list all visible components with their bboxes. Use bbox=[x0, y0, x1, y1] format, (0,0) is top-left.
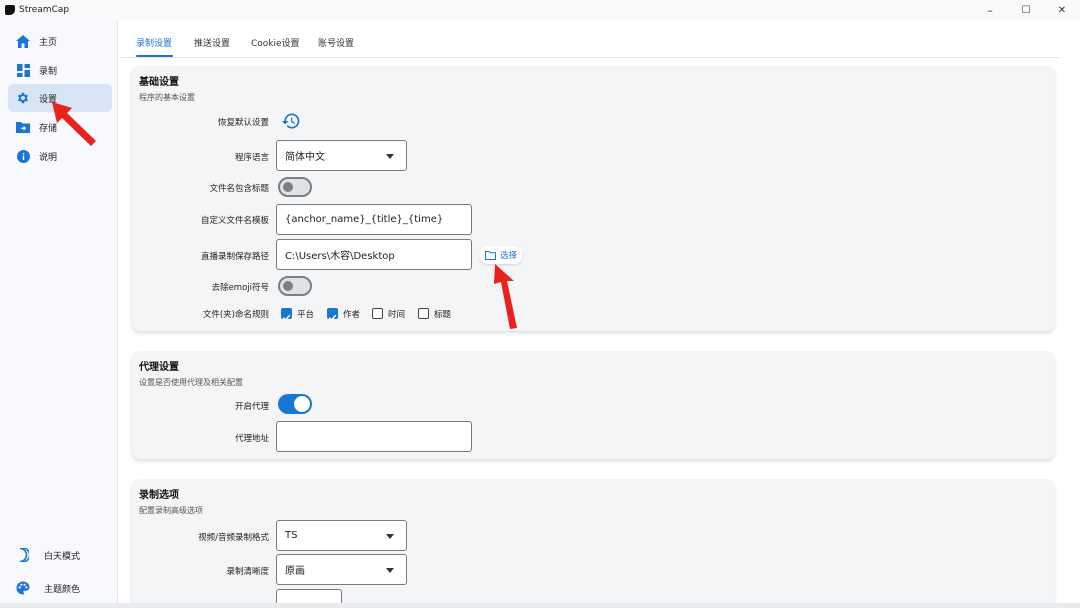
record-format-value: TS bbox=[285, 530, 298, 541]
naming-time-checkbox[interactable] bbox=[372, 308, 383, 319]
title-bar: StreamCap – ☐ ✕ bbox=[0, 0, 1080, 20]
record-quality-label: 录制清晰度 bbox=[226, 567, 269, 577]
gear-icon bbox=[10, 91, 36, 105]
sidebar-item-label: 说明 bbox=[39, 152, 58, 163]
naming-author-label: 作者 bbox=[343, 310, 361, 320]
recording-options-card: 录制选项 配置录制高级选项 视频/音频录制格式 TS 录制清晰度 原画 bbox=[132, 479, 1054, 608]
card-subtitle: 配置录制高级选项 bbox=[139, 506, 203, 515]
remove-emoji-label: 去除emoji符号 bbox=[211, 283, 269, 293]
record-quality-value: 原画 bbox=[285, 566, 305, 577]
proxy-address-label: 代理地址 bbox=[234, 434, 269, 444]
save-path-label: 直播录制保存路径 bbox=[200, 252, 269, 262]
save-path-input[interactable]: C:\Users\木容\Desktop bbox=[276, 239, 472, 270]
maximize-button[interactable]: ☐ bbox=[1008, 0, 1044, 20]
sidebar-item-label: 主页 bbox=[39, 37, 58, 48]
enable-proxy-toggle[interactable] bbox=[278, 394, 312, 414]
sidebar-item-label: 主题颜色 bbox=[44, 584, 81, 595]
proxy-address-input[interactable] bbox=[276, 421, 472, 452]
record-format-dropdown[interactable]: TS bbox=[276, 520, 407, 551]
sidebar-item-home[interactable]: 主页 bbox=[8, 27, 112, 55]
enable-proxy-label: 开启代理 bbox=[234, 402, 269, 412]
bottom-edge bbox=[0, 603, 1080, 608]
tab-bar: 录制设置 推送设置 Cookie设置 账号设置 bbox=[119, 20, 1060, 58]
remove-emoji-toggle[interactable] bbox=[278, 276, 312, 296]
naming-title-checkbox[interactable] bbox=[418, 308, 429, 319]
app-logo-icon bbox=[5, 5, 15, 15]
close-button[interactable]: ✕ bbox=[1044, 0, 1080, 20]
annotation-arrow-select bbox=[494, 264, 517, 329]
save-path-value: C:\Users\木容\Desktop bbox=[285, 251, 395, 262]
chevron-down-icon bbox=[386, 567, 394, 573]
app-title: StreamCap bbox=[19, 5, 70, 15]
chevron-down-icon bbox=[386, 153, 394, 159]
folder-icon bbox=[485, 250, 496, 260]
sidebar-item-label: 录制 bbox=[39, 66, 58, 77]
language-value: 简体中文 bbox=[285, 152, 325, 163]
language-dropdown[interactable]: 简体中文 bbox=[276, 140, 407, 171]
home-icon bbox=[10, 34, 36, 48]
restore-history-icon[interactable] bbox=[281, 111, 301, 135]
filename-title-toggle[interactable] bbox=[278, 177, 312, 197]
tab-account-settings[interactable]: 账号设置 bbox=[318, 36, 354, 49]
basic-settings-card: 基础设置 程序的基本设置 恢复默认设置 程序语言 简体中文 文件名包含标题 自定… bbox=[132, 66, 1054, 331]
naming-author-checkbox[interactable] bbox=[327, 308, 338, 321]
reset-defaults-label: 恢复默认设置 bbox=[217, 118, 269, 128]
main-content: 录制设置 推送设置 Cookie设置 账号设置 基础设置 程序的基本设置 恢复默… bbox=[119, 20, 1080, 608]
tab-record-settings[interactable]: 录制设置 bbox=[136, 36, 172, 49]
info-icon bbox=[10, 149, 36, 163]
select-folder-label: 选择 bbox=[500, 251, 518, 261]
naming-time-label: 时间 bbox=[388, 310, 406, 320]
naming-platform-checkbox[interactable] bbox=[281, 308, 292, 321]
proxy-settings-card: 代理设置 设置是否使用代理及相关配置 开启代理 代理地址 bbox=[132, 351, 1054, 459]
annotation-arrow-settings bbox=[52, 102, 96, 146]
filename-template-value: {anchor_name}_{title}_{time} bbox=[285, 214, 444, 225]
naming-title-label: 标题 bbox=[434, 310, 452, 320]
card-subtitle: 程序的基本设置 bbox=[139, 93, 195, 102]
language-label: 程序语言 bbox=[234, 153, 269, 163]
dashboard-icon bbox=[10, 63, 36, 77]
record-quality-dropdown[interactable]: 原画 bbox=[276, 554, 407, 585]
sidebar-item-record[interactable]: 录制 bbox=[8, 56, 112, 84]
active-tab-indicator bbox=[136, 55, 173, 57]
filename-title-label: 文件名包含标题 bbox=[209, 184, 269, 194]
card-title: 基础设置 bbox=[139, 77, 179, 88]
tab-push-settings[interactable]: 推送设置 bbox=[194, 36, 230, 49]
minimize-button[interactable]: – bbox=[972, 0, 1008, 20]
chevron-down-icon bbox=[386, 533, 394, 539]
sidebar-item-day-mode[interactable]: 白天模式 bbox=[8, 541, 112, 569]
sidebar-item-label: 白天模式 bbox=[44, 551, 81, 562]
record-format-label: 视频/音频录制格式 bbox=[198, 533, 269, 543]
filename-template-input[interactable]: {anchor_name}_{title}_{time} bbox=[276, 204, 472, 235]
naming-rule-label: 文件(夹)命名规则 bbox=[202, 310, 269, 320]
card-subtitle: 设置是否使用代理及相关配置 bbox=[139, 378, 243, 387]
tab-cookie-settings[interactable]: Cookie设置 bbox=[251, 36, 300, 49]
moon-icon bbox=[10, 548, 36, 562]
naming-platform-label: 平台 bbox=[297, 310, 315, 320]
sidebar-item-theme-color[interactable]: 主题颜色 bbox=[8, 574, 112, 602]
folder-icon bbox=[10, 121, 36, 133]
card-title: 代理设置 bbox=[139, 362, 179, 373]
filename-template-label: 自定义文件名模板 bbox=[200, 216, 269, 226]
card-title: 录制选项 bbox=[139, 490, 179, 501]
palette-icon bbox=[10, 581, 36, 595]
window-controls: – ☐ ✕ bbox=[972, 0, 1080, 20]
